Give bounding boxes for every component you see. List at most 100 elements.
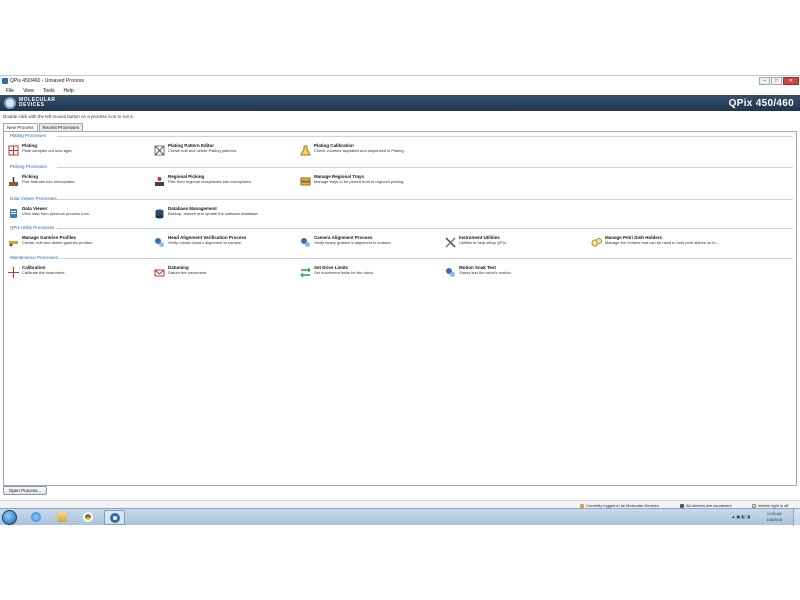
internet-explorer-icon: [31, 512, 41, 522]
menu-bar: File View Tools Help: [0, 86, 800, 95]
menu-help[interactable]: Help: [64, 88, 74, 94]
process-motion-soak-test[interactable]: Motion Soak Test Stress test the robot's …: [445, 265, 585, 277]
section-label: Picking Processes: [10, 164, 49, 169]
menu-file[interactable]: File: [6, 88, 14, 94]
qpix-app-icon: [110, 513, 120, 523]
section-divider: [57, 136, 793, 137]
menu-tools[interactable]: Tools: [43, 88, 55, 94]
database-icon: [154, 206, 165, 219]
taskbar-explorer[interactable]: [52, 510, 73, 525]
picking-icon: [8, 174, 19, 186]
process-data-viewer[interactable]: Data Viewer View data from previous proce…: [8, 206, 148, 218]
camera-alignment-icon: [300, 235, 311, 247]
process-description: Check volumes aspirated and dispensed in…: [314, 148, 405, 153]
tray-icons[interactable]: ▲ ▣ ◧ ◨: [731, 514, 750, 519]
process-description: Create, edit and delete gantries profile…: [22, 240, 93, 245]
section-label: Maintenance Processes: [10, 255, 61, 260]
process-set-drive-limits[interactable]: Set Drive Limits Set movement limits for …: [300, 265, 440, 278]
tab-new-process[interactable]: New Process: [3, 123, 38, 131]
taskbar-qpix[interactable]: [104, 510, 125, 525]
regional-picking-icon: [154, 174, 165, 186]
datum-icon: [154, 265, 165, 277]
clock-date: 1/16/2015: [766, 518, 782, 522]
app-window: QPix 450/460 - Unsaved Process – □ ✕ Fil…: [0, 75, 800, 509]
process-calibration[interactable]: Calibration Calibrate the instrument.: [8, 265, 148, 278]
molecular-devices-logo: MOLECULAR DEVICES: [4, 97, 55, 109]
app-icon: [2, 78, 8, 84]
tools-icon: [445, 235, 456, 248]
process-description: Calibrate the instrument.: [22, 270, 66, 275]
process-head-alignment-verification-process[interactable]: Head Alignment Verification Process Verif…: [154, 235, 294, 247]
menu-view[interactable]: View: [23, 88, 34, 94]
drive-limits-icon: [300, 265, 311, 278]
show-desktop-button[interactable]: [793, 509, 800, 526]
start-button[interactable]: [2, 510, 17, 525]
process-description: Set movement limits for the robot.: [314, 270, 374, 275]
logo-line-2: DEVICES: [19, 102, 45, 108]
logo-mark-icon: [4, 97, 16, 109]
window-title: QPix 450/460 - Unsaved Process: [10, 78, 84, 84]
process-tabs: New Process Recent Processes: [3, 123, 84, 131]
process-description: Verify heavy grabber's alignment to surf…: [314, 240, 392, 245]
section-plating-processes: Plating Processes: [7, 133, 793, 141]
process-manage-petri-dish-holders[interactable]: Manage Petri Dish Holders Manage the hold…: [591, 235, 731, 247]
process-description: Utilities to help setup QPix.: [459, 240, 507, 245]
process-panel: Plating Processes Plating Plate samples ou…: [3, 131, 797, 486]
instruction-hint: Double click with the left mouse button …: [3, 114, 134, 119]
process-description: Pick features into microplates.: [22, 179, 76, 184]
taskbar: ▲ ▣ ◧ ◨ 10:25 AM 1/16/2015: [0, 508, 800, 526]
close-button[interactable]: ✕: [783, 76, 799, 85]
logo-text: MOLECULAR DEVICES: [19, 98, 55, 108]
process-plating-calibration[interactable]: Plating Calibration Check volumes aspirat…: [300, 143, 440, 156]
open-process-button[interactable]: Open Process...: [3, 486, 47, 495]
section-label: Plating Processes: [10, 133, 49, 138]
crosshair-icon: [8, 265, 19, 278]
clock-time: 10:25 AM: [766, 512, 782, 516]
process-description: Pick from regional receptacles into micr…: [168, 179, 252, 184]
pattern-editor-icon: [154, 143, 165, 156]
tab-recent-processes[interactable]: Recent Processes: [38, 123, 84, 131]
process-description: Stress test the robot's motion.: [459, 270, 512, 275]
process-description: Create edit and delete Plating patterns.: [168, 148, 238, 153]
taskbar-chrome[interactable]: [78, 510, 99, 525]
calibration-flask-icon: [300, 143, 311, 156]
section-label: QPix Utility Processes: [10, 225, 57, 230]
trays-icon: [300, 174, 311, 186]
desktop: QPix 450/460 - Unsaved Process – □ ✕ Fil…: [0, 0, 800, 600]
section-maintenance-processes: Maintenance Processes: [7, 255, 793, 263]
process-description: Manage the holders that can be used to h…: [605, 240, 720, 245]
process-manage-gantries-profiles[interactable]: Manage Gantries Profiles Create, edit and…: [8, 235, 148, 247]
process-regional-picking[interactable]: Regional Picking Pick from regional recep…: [154, 174, 294, 186]
title-bar: QPix 450/460 - Unsaved Process – □ ✕: [0, 76, 800, 86]
taskbar-ie[interactable]: [26, 510, 47, 525]
folder-icon: [57, 512, 67, 522]
section-divider: [57, 258, 793, 259]
clock[interactable]: 10:25 AM 1/16/2015: [766, 511, 782, 523]
section-data-viewer-processes: Data Viewer Processes: [7, 196, 793, 204]
data-viewer-icon: [8, 206, 19, 218]
window-controls: – □ ✕: [758, 76, 799, 86]
process-camera-alignment-process[interactable]: Camera Alignment Process Verify heavy gra…: [300, 235, 440, 247]
process-picking[interactable]: Picking Pick features into microplates.: [8, 174, 148, 186]
process-description: Backup, restore and update the software …: [168, 211, 259, 216]
product-title: QPix 450/460: [728, 97, 794, 109]
soak-test-icon: [445, 265, 456, 277]
process-database-management[interactable]: Database Management Backup, restore and u…: [154, 206, 294, 219]
petri-holder-icon: [591, 235, 602, 247]
section-divider: [57, 228, 793, 229]
gantry-profiles-icon: [8, 235, 19, 247]
minimize-button[interactable]: –: [759, 76, 770, 85]
process-description: Manage trays to be picked from in region…: [314, 179, 405, 184]
process-description: Verify robotic head's alignment to surfa…: [168, 240, 243, 245]
maximize-button[interactable]: □: [771, 76, 782, 85]
process-instrument-utilities[interactable]: Instrument Utilities Utilities to help se…: [445, 235, 585, 248]
chrome-icon: [83, 512, 93, 522]
process-manage-regional-trays[interactable]: Manage Regional Trays Manage trays to be …: [300, 174, 440, 186]
process-datuming[interactable]: Datuming Datum the instrument.: [154, 265, 294, 277]
section-divider: [57, 199, 793, 200]
head-alignment-icon: [154, 235, 165, 247]
process-description: Datum the instrument.: [168, 270, 208, 275]
process-plating-pattern-editor[interactable]: Plating Pattern Editor Create edit and de…: [154, 143, 294, 156]
process-plating[interactable]: Plating Plate samples out onto agar.: [8, 143, 148, 156]
process-description: View data from previous process runs.: [22, 211, 90, 216]
